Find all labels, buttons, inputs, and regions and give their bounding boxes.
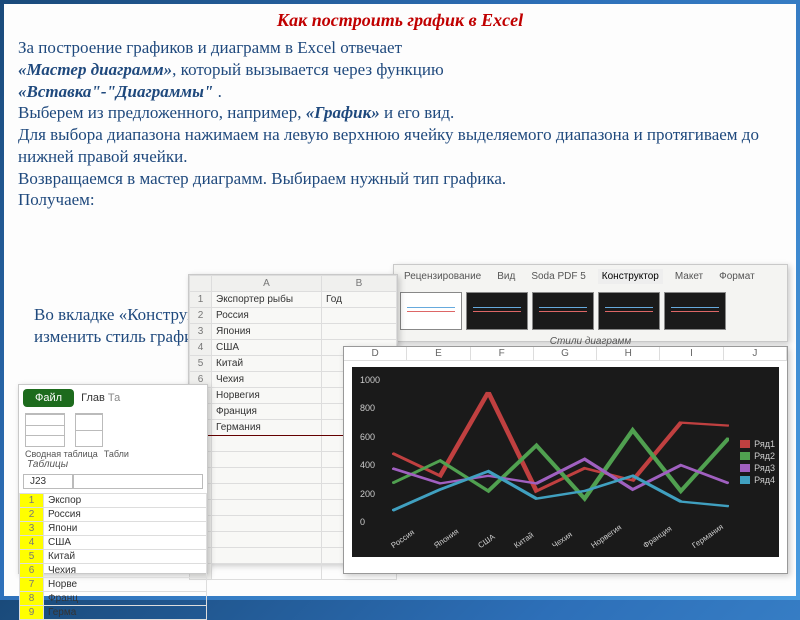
y-axis: 10008006004002000 xyxy=(360,375,380,527)
chart-legend: Ряд1Ряд2Ряд3Ряд4 xyxy=(740,437,775,487)
ribbon-tab[interactable]: Формат xyxy=(715,269,759,284)
body-paragraph: За построение графиков и диаграмм в Exce… xyxy=(18,37,782,211)
pivot-table-icon[interactable] xyxy=(25,413,65,447)
worksheet-left: Файл Глав Та Сводная таблица Табли Табли… xyxy=(18,384,208,574)
plot-area xyxy=(392,377,729,529)
chart-area: DEFGHIJ 10008006004002000 РоссияЯпонияСШ… xyxy=(343,346,788,574)
text: Выберем из предложенного, например, xyxy=(18,103,306,122)
ribbon-tab[interactable]: Вид xyxy=(493,269,519,284)
text: и его вид. xyxy=(380,103,454,122)
table-label: Табли xyxy=(104,449,129,459)
text-bold: «Конструктор» xyxy=(119,305,228,324)
tab-fragment: Та xyxy=(108,392,120,404)
chart-style-thumb[interactable] xyxy=(466,292,528,330)
ribbon-tabs: Рецензирование Вид Soda PDF 5 Конструктор Ма… xyxy=(394,265,787,288)
text-bold: «Вставка"-"Диаграммы" xyxy=(18,82,213,101)
home-tab[interactable]: Глав xyxy=(81,392,105,404)
worksheet-table[interactable]: 1Экспор2Россия3Япони4США5Китай6Чехия7Нор… xyxy=(19,493,207,620)
excel-ribbon: Рецензирование Вид Soda PDF 5 Конструктор Ма… xyxy=(393,264,788,342)
text-bold: «График» xyxy=(306,103,380,122)
ribbon-tab[interactable]: Конструктор xyxy=(598,269,663,284)
chart-style-thumb[interactable] xyxy=(598,292,660,330)
text: За построение графиков и диаграмм в Exce… xyxy=(18,38,402,57)
text: Во вкладке xyxy=(34,305,119,324)
text: Получаем: xyxy=(18,190,95,209)
slide-title: Как построить график в Excel xyxy=(18,10,782,31)
ribbon-tab[interactable]: Макет xyxy=(671,269,707,284)
x-axis: РоссияЯпонияСШАКитайЧехияНорвегияФранция… xyxy=(392,542,729,551)
chart-style-thumb[interactable] xyxy=(532,292,594,330)
chart-style-thumb[interactable] xyxy=(400,292,462,330)
name-box[interactable]: J23 xyxy=(23,474,73,489)
sub-note: Во вкладке «Конструктор» можно изменить … xyxy=(34,304,314,348)
chart-3d-line[interactable]: 10008006004002000 РоссияЯпонияСШАКитайЧе… xyxy=(352,367,779,557)
chart-style-thumb[interactable] xyxy=(664,292,726,330)
pivot-label: Сводная таблица xyxy=(25,449,98,459)
formula-bar[interactable] xyxy=(73,474,203,489)
text: . xyxy=(213,82,222,101)
chart-styles-row xyxy=(394,288,787,334)
file-tab[interactable]: Файл xyxy=(23,389,74,407)
text: Для выбора диапазона нажимаем на левую в… xyxy=(18,125,759,166)
ribbon-tab[interactable]: Рецензирование xyxy=(400,269,485,284)
column-headers: DEFGHIJ xyxy=(344,347,787,361)
table-icon[interactable] xyxy=(75,413,103,447)
styles-group-label: Стили диаграмм xyxy=(394,334,787,347)
tables-group-label: Таблицы xyxy=(19,459,207,470)
ribbon-tab[interactable]: Soda PDF 5 xyxy=(527,269,589,284)
text-bold: «Мастер диаграмм» xyxy=(18,60,172,79)
text: Возвращаемся в мастер диаграмм. Выбираем… xyxy=(18,169,506,188)
text: , который вызывается через функцию xyxy=(172,60,444,79)
